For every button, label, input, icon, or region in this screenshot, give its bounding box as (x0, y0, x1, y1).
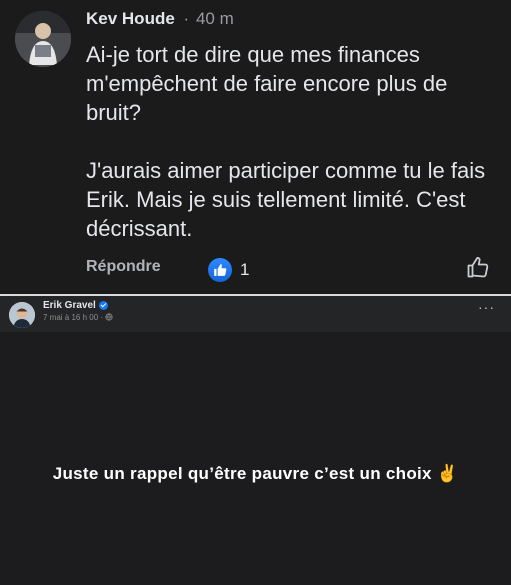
comment-header: Kev Houde · 40 m (86, 9, 234, 29)
post-avatar[interactable] (9, 302, 35, 328)
like-button[interactable] (466, 255, 490, 279)
post-text: Juste un rappel qu’être pauvre c’est un … (52, 464, 459, 483)
reaction-summary[interactable]: 1 (208, 258, 249, 282)
more-options-button[interactable]: ··· (478, 300, 495, 314)
comment-card: Kev Houde · 40 m Ai-je tort de dire que … (0, 0, 511, 294)
post-author-name[interactable]: Erik Gravel (43, 300, 96, 311)
shared-post: Erik Gravel 7 mai à 16 h 00 · ··· Juste … (0, 296, 511, 585)
like-reaction-icon (208, 258, 232, 282)
separator-dot: · (183, 9, 190, 28)
reply-button[interactable]: Répondre (86, 258, 161, 276)
post-author-line: Erik Gravel (43, 300, 108, 311)
post-header: Erik Gravel 7 mai à 16 h 00 · ··· (0, 296, 511, 332)
timestamp[interactable]: 40 m (196, 9, 234, 28)
comment-text: Ai-je tort de dire que mes finances m'em… (86, 40, 496, 243)
post-date[interactable]: 7 mai à 16 h 00 · (43, 313, 105, 322)
user-photo-icon (15, 11, 71, 67)
author-name[interactable]: Kev Houde (86, 9, 175, 28)
comment-paragraph: J'aurais aimer participer comme tu le fa… (86, 158, 486, 241)
verified-badge-icon (98, 301, 108, 310)
globe-icon (105, 313, 113, 321)
thumbs-up-icon (467, 256, 489, 278)
avatar[interactable] (15, 11, 71, 67)
reaction-count: 1 (240, 260, 250, 279)
user-photo-icon (9, 302, 35, 328)
comment-paragraph: Ai-je tort de dire que mes finances m'em… (86, 42, 448, 125)
post-meta: 7 mai à 16 h 00 · (43, 313, 113, 322)
